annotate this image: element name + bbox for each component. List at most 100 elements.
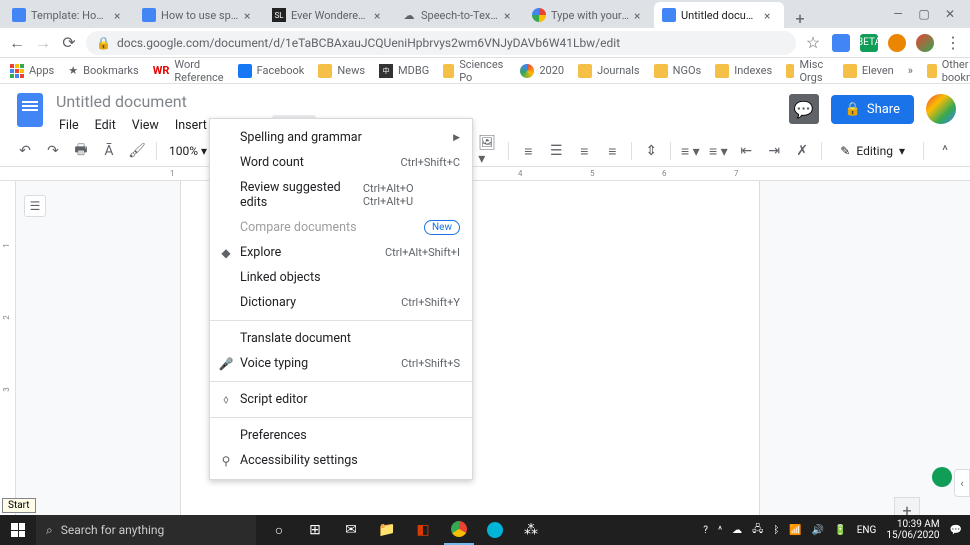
volume-icon[interactable]: 🔊 <box>812 525 824 536</box>
bookmarks-overflow[interactable]: » <box>908 64 913 77</box>
menu-linked-objects[interactable]: Linked objects <box>210 265 472 290</box>
bookmark-item[interactable]: WR Word Reference <box>153 58 224 84</box>
browser-tab[interactable]: Type with your voice - × <box>524 2 654 28</box>
taskbar-search[interactable]: ⌕Search for anything <box>36 515 256 545</box>
share-button[interactable]: 🔒Share <box>831 95 914 124</box>
bookmark-folder[interactable]: NGOs <box>654 64 702 78</box>
other-bookmarks[interactable]: Other bookmarks <box>927 58 970 84</box>
browser-tab[interactable]: ☁Speech-to-Text: Autom× <box>394 2 524 28</box>
menu-review-edits[interactable]: Review suggested editsCtrl+Alt+O Ctrl+Al… <box>210 175 472 215</box>
menu-dictionary[interactable]: DictionaryCtrl+Shift+Y <box>210 290 472 315</box>
task-view-icon[interactable]: ⊞ <box>300 515 330 545</box>
collapse-toolbar-button[interactable]: ^ <box>934 140 956 162</box>
language-indicator[interactable]: ENG <box>857 525 877 536</box>
menu-explore[interactable]: ◆ExploreCtrl+Alt+Shift+I <box>210 240 472 265</box>
menu-accessibility[interactable]: ⚲Accessibility settings <box>210 448 472 473</box>
browser-tab-active[interactable]: Untitled document - G× <box>654 2 784 28</box>
close-icon[interactable]: × <box>244 9 256 21</box>
onedrive-icon[interactable]: ☁ <box>732 525 742 536</box>
bluetooth-icon[interactable]: ᛒ <box>773 525 779 536</box>
new-tab-button[interactable]: + <box>790 8 810 28</box>
bookmark-folder[interactable]: Journals <box>578 64 640 78</box>
menu-preferences[interactable]: Preferences <box>210 423 472 448</box>
close-icon[interactable]: × <box>764 9 776 21</box>
menu-script-editor[interactable]: ⬨Script editor <box>210 387 472 412</box>
align-justify-button[interactable]: ≡ <box>601 140 623 162</box>
clear-formatting-button[interactable]: ✗ <box>791 140 813 162</box>
chrome-menu-icon[interactable]: ⋮ <box>944 34 962 52</box>
network-icon[interactable]: 🖧 <box>752 522 763 539</box>
document-title[interactable]: Untitled document <box>52 90 789 113</box>
chrome-icon[interactable] <box>444 515 474 545</box>
bookmark-item[interactable]: 2020 <box>520 64 564 78</box>
redo-button[interactable]: ↷ <box>42 140 64 162</box>
bookmark-item[interactable]: Facebook <box>238 64 305 78</box>
clock[interactable]: 10:39 AM 15/06/2020 <box>886 519 939 541</box>
decrease-indent-button[interactable]: ⇤ <box>735 140 757 162</box>
menu-file[interactable]: File <box>52 115 86 136</box>
outline-toggle-button[interactable]: ☰ <box>24 195 46 217</box>
line-spacing-button[interactable]: ⇕ <box>640 140 662 162</box>
bookmark-folder[interactable]: News <box>318 64 365 78</box>
battery-icon[interactable]: 🔋 <box>834 525 846 536</box>
zoom-dropdown[interactable]: 100% ▾ <box>165 144 211 158</box>
file-explorer-icon[interactable]: 📁 <box>372 515 402 545</box>
menu-word-count[interactable]: Word countCtrl+Shift+C <box>210 150 472 175</box>
extension-icon[interactable] <box>888 34 906 52</box>
horizontal-ruler[interactable]: 1 4 5 6 7 <box>0 167 970 181</box>
notifications-icon[interactable]: 💬 <box>950 525 962 536</box>
vertical-ruler[interactable]: 1 2 3 <box>0 181 16 537</box>
increase-indent-button[interactable]: ⇥ <box>763 140 785 162</box>
close-icon[interactable]: × <box>634 9 646 21</box>
side-panel-toggle[interactable]: ‹ <box>954 469 970 497</box>
apps-button[interactable]: Apps <box>10 64 54 78</box>
mode-dropdown[interactable]: ✎Editing ▾ <box>832 140 913 162</box>
start-button[interactable] <box>0 515 36 545</box>
mail-icon[interactable]: ✉ <box>336 515 366 545</box>
close-icon[interactable]: × <box>114 9 126 21</box>
browser-tab[interactable]: SLEver Wondered: How d× <box>264 2 394 28</box>
menu-translate[interactable]: Translate document <box>210 326 472 351</box>
align-left-button[interactable]: ≡ <box>517 140 539 162</box>
minimize-button[interactable]: — <box>892 8 904 20</box>
bulleted-list-button[interactable]: ≡ ▾ <box>707 140 729 162</box>
close-window-button[interactable]: ✕ <box>944 8 956 20</box>
back-button[interactable]: ← <box>8 34 26 52</box>
extension-icon[interactable] <box>832 34 850 52</box>
close-icon[interactable]: × <box>374 9 386 21</box>
address-bar[interactable]: 🔒 docs.google.com/document/d/1eTaBCBAxau… <box>86 31 796 55</box>
forward-button[interactable]: → <box>34 34 52 52</box>
office-icon[interactable]: ◧ <box>408 515 438 545</box>
paint-format-button[interactable]: 🖌 <box>126 140 148 162</box>
extension-beta-icon[interactable]: BETA <box>860 34 878 52</box>
menu-view[interactable]: View <box>125 115 166 136</box>
bookmark-folder[interactable]: Indexes <box>715 64 772 78</box>
menu-spelling-grammar[interactable]: Spelling and grammar▶ <box>210 125 472 150</box>
explore-fab[interactable] <box>932 467 952 487</box>
numbered-list-button[interactable]: ≡ ▾ <box>679 140 701 162</box>
help-icon[interactable]: ? <box>703 525 708 536</box>
wifi-icon[interactable]: 📶 <box>789 525 801 536</box>
menu-voice-typing[interactable]: 🎤Voice typingCtrl+Shift+S <box>210 351 472 376</box>
bookmark-item[interactable]: 中MDBG <box>379 64 429 78</box>
reload-button[interactable]: ⟳ <box>60 34 78 52</box>
align-right-button[interactable]: ≡ <box>573 140 595 162</box>
browser-tab[interactable]: How to use speech to t× <box>134 2 264 28</box>
bookmark-folder[interactable]: Misc Orgs <box>786 58 829 84</box>
slack-icon[interactable]: ⁂ <box>516 515 546 545</box>
comments-button[interactable]: 💬 <box>789 94 819 124</box>
align-center-button[interactable]: ☰ <box>545 140 567 162</box>
app-icon[interactable] <box>480 515 510 545</box>
browser-tab[interactable]: Template: How To Artic× <box>4 2 134 28</box>
menu-insert[interactable]: Insert <box>168 115 214 136</box>
cortana-icon[interactable]: ○ <box>264 515 294 545</box>
star-icon[interactable]: ☆ <box>804 34 822 52</box>
insert-image-button[interactable]: 🖼 ▾ <box>478 140 500 162</box>
bookmark-item[interactable]: ★ Bookmarks <box>68 64 138 77</box>
menu-edit[interactable]: Edit <box>88 115 123 136</box>
spellcheck-button[interactable]: Ā <box>98 140 120 162</box>
undo-button[interactable]: ↶ <box>14 140 36 162</box>
close-icon[interactable]: × <box>504 9 516 21</box>
docs-home-button[interactable] <box>14 90 46 130</box>
profile-avatar-icon[interactable] <box>916 34 934 52</box>
